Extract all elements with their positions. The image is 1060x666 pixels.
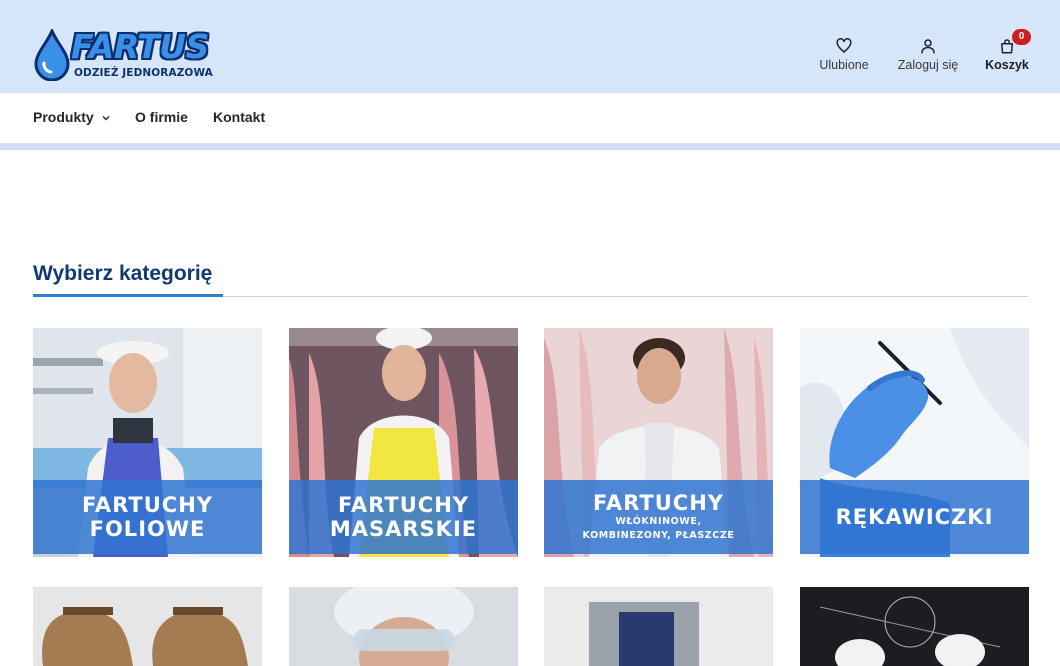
category-card-fartuchy-masarskie[interactable]: FARTUCHY MASARSKIE (289, 328, 518, 557)
category-title: FARTUCHY (593, 491, 724, 515)
category-image (33, 587, 262, 666)
category-label-band: FARTUCHY FOLIOWE (33, 480, 262, 554)
category-title-line2: MASARSKIE (329, 517, 478, 541)
top-header: FARTUS ODZIEŻ JEDNORAZOWA Ulubione Zalog… (0, 0, 1060, 93)
category-subtitle-line2: KOMBINEZONY, PŁASZCZE (582, 530, 735, 541)
nav-item-kontakt[interactable]: Kontakt (213, 109, 265, 125)
chevron-down-icon (102, 116, 110, 121)
category-title: FARTUCHY (338, 493, 469, 517)
cart-count-badge: 0 (1012, 29, 1031, 45)
category-image (800, 587, 1029, 666)
brand-name: FARTUS (71, 27, 209, 66)
brand-logo[interactable]: FARTUS ODZIEŻ JEDNORAZOWA (33, 27, 213, 81)
heart-icon (836, 38, 852, 53)
nav-o-firmie-label: O firmie (135, 109, 188, 125)
nav-divider-stripe (0, 143, 1060, 150)
favorites-label: Ulubione (819, 58, 869, 72)
category-card-fartuchy-foliowe[interactable]: FARTUCHY FOLIOWE (33, 328, 262, 557)
category-card[interactable] (800, 587, 1029, 666)
category-image (289, 587, 518, 666)
category-card[interactable] (289, 587, 518, 666)
category-label-band: FARTUCHY WŁÓKNINOWE, KOMBINEZONY, PŁASZC… (544, 480, 773, 554)
nav-kontakt-label: Kontakt (213, 109, 266, 125)
main-navigation: Produkty O firmie Kontakt (0, 93, 1060, 143)
category-title: FARTUCHY (82, 493, 213, 517)
category-title: RĘKAWICZKI (835, 505, 994, 529)
category-card[interactable] (544, 587, 773, 666)
nav-item-produkty[interactable]: Produkty (33, 109, 111, 125)
user-icon (921, 39, 935, 54)
category-label-band: FARTUCHY MASARSKIE (289, 480, 518, 554)
section-title: Wybierz kategorię (33, 262, 213, 285)
category-label-band: RĘKAWICZKI (800, 480, 1029, 554)
water-drop-icon (34, 29, 70, 81)
favorites-link[interactable]: Ulubione (814, 37, 874, 72)
category-card[interactable] (33, 587, 262, 666)
category-card-rekawiczki[interactable]: RĘKAWICZKI (800, 328, 1029, 557)
nav-produkty-label: Produkty (33, 109, 94, 125)
category-card-fartuchy-wlokninowe[interactable]: FARTUCHY WŁÓKNINOWE, KOMBINEZONY, PŁASZC… (544, 328, 773, 557)
cart-label: Koszyk (985, 58, 1029, 72)
cart-link[interactable]: 0 Koszyk (982, 29, 1032, 72)
section-title-underline (33, 294, 223, 297)
login-link[interactable]: Zaloguj się (892, 37, 964, 72)
category-title-line2: FOLIOWE (89, 517, 206, 541)
login-label: Zaloguj się (897, 58, 959, 72)
category-image (544, 587, 773, 666)
nav-item-o-firmie[interactable]: O firmie (135, 109, 188, 125)
brand-tagline: ODZIEŻ JEDNORAZOWA (74, 67, 213, 79)
category-subtitle-line1: WŁÓKNINOWE, (615, 516, 702, 527)
